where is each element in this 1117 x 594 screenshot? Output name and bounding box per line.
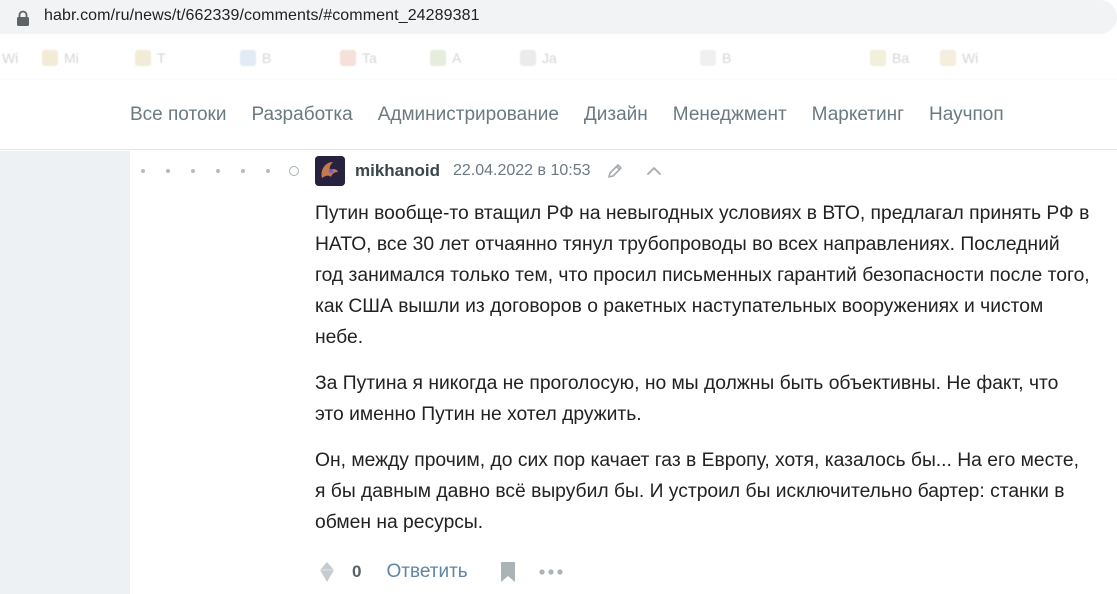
chevron-up-icon[interactable] [645, 162, 663, 180]
reply-button[interactable]: Ответить [386, 561, 467, 583]
bookmark-item[interactable]: Wi [940, 48, 978, 68]
nav-item-all-flows[interactable]: Все потоки [130, 104, 226, 126]
bookmark-item[interactable]: T [135, 48, 166, 68]
bookmark-item[interactable]: A [430, 48, 461, 68]
nav-item-popsci[interactable]: Научпоп [929, 104, 1004, 126]
bookmark-favicon-icon [940, 50, 956, 66]
bookmark-favicon-icon [430, 50, 446, 66]
nav-item-development[interactable]: Разработка [251, 104, 352, 126]
url-text[interactable]: habr.com/ru/news/t/662339/comments/#comm… [44, 7, 480, 25]
avatar[interactable] [315, 156, 345, 186]
thread-dot [266, 169, 270, 173]
thread-dot [241, 169, 245, 173]
bookmark-favicon-icon [42, 50, 58, 66]
comment-paragraph: За Путина я никогда не проголосую, но мы… [315, 373, 1059, 425]
bookmark-favicon-icon [240, 50, 256, 66]
lock-icon[interactable] [16, 10, 30, 26]
comment-score: 0 [352, 562, 362, 581]
comment-timestamp[interactable]: 22.04.2022 в 10:53 [453, 162, 591, 180]
bookmark-item[interactable]: B [700, 48, 731, 68]
avatar-image-icon [315, 156, 345, 186]
thread-dot [191, 169, 195, 173]
comment-body: Путин вообще-то втащил РФ на невыгодных … [315, 198, 1090, 553]
bookmark-favicon-icon [870, 50, 886, 66]
thread-dot [216, 169, 220, 173]
thread-dot [166, 169, 170, 173]
bookmark-item[interactable]: Ba [870, 48, 909, 68]
pencil-icon[interactable] [606, 162, 624, 180]
nav-item-design[interactable]: Дизайн [584, 104, 648, 126]
bookmark-item[interactable]: Ta [340, 48, 377, 68]
comment-footer: 0 Ответить [318, 558, 564, 586]
vote-diamond-icon[interactable] [318, 561, 336, 583]
hub-tabs: Все потоки Разработка Администрирование … [130, 104, 1029, 126]
bookmarks-bar: Wi Mi T B Ta A Ja B Ba Wi [0, 36, 1117, 80]
thread-dot [141, 169, 145, 173]
nav-item-administration[interactable]: Администрирование [378, 104, 559, 126]
bookmark-icon[interactable] [500, 561, 516, 583]
more-dots-icon[interactable] [538, 568, 564, 576]
site-nav: Все потоки Разработка Администрирование … [0, 80, 1117, 150]
bookmark-item[interactable]: Wi [2, 48, 18, 68]
bookmark-favicon-icon [340, 50, 356, 66]
bookmark-favicon-icon [135, 50, 151, 66]
nav-item-marketing[interactable]: Маркетинг [812, 104, 904, 126]
comment-paragraph: Путин вообще-то втащил РФ на невыгодных … [315, 203, 1090, 348]
thread-level-indicator [141, 166, 299, 176]
thread-current-ring-icon[interactable] [289, 166, 299, 176]
url-bar[interactable]: habr.com/ru/news/t/662339/comments/#comm… [0, 0, 1117, 34]
bookmark-item[interactable]: Ja [520, 48, 557, 68]
comment-paragraph: Он, между прочим, до сих пор качает газ … [315, 450, 1079, 533]
nav-item-management[interactable]: Менеджмент [673, 104, 787, 126]
bookmark-favicon-icon [700, 50, 716, 66]
comment-author[interactable]: mikhanoid [355, 161, 440, 181]
browser-address-bar: habr.com/ru/news/t/662339/comments/#comm… [0, 0, 1117, 36]
bookmark-item[interactable]: Mi [42, 48, 79, 68]
bookmark-item[interactable]: B [240, 48, 271, 68]
bookmark-favicon-icon [520, 50, 536, 66]
